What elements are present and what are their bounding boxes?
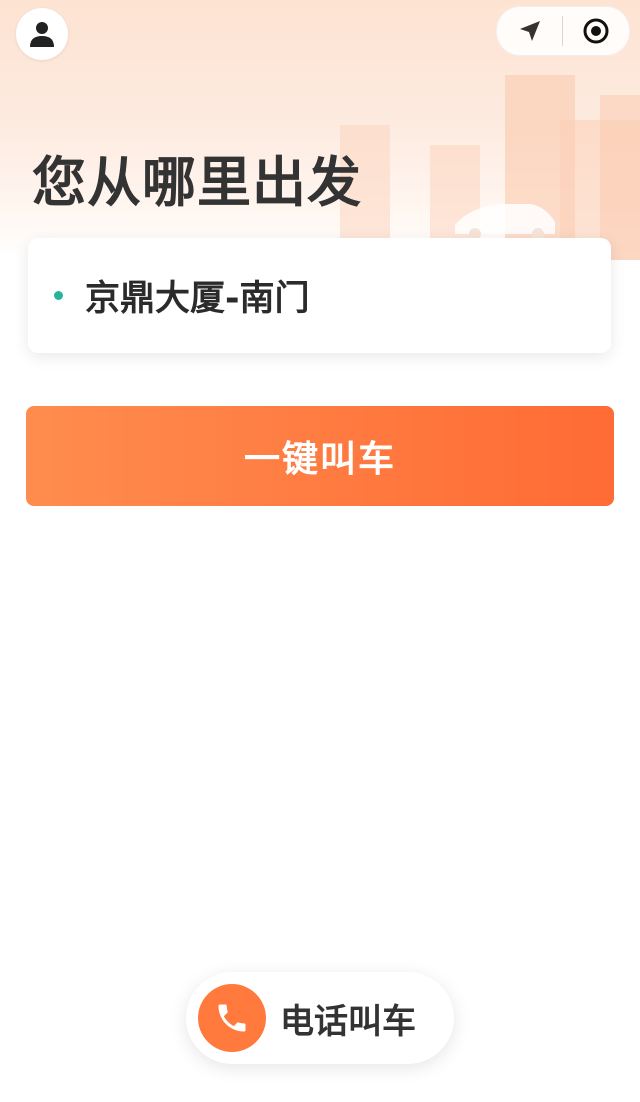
- location-button[interactable]: [497, 7, 562, 55]
- mini-program-capsule: [496, 6, 630, 56]
- phone-call-button[interactable]: 电话叫车: [186, 972, 454, 1064]
- navigation-arrow-icon: [519, 21, 540, 41]
- pickup-location-text: 京鼎大厦-南门: [85, 279, 310, 319]
- pickup-location-card[interactable]: 京鼎大厦-南门: [28, 238, 611, 353]
- phone-call-label: 电话叫车: [280, 1001, 416, 1042]
- target-circle-icon: [583, 18, 608, 44]
- one-click-call-label: 一键叫车: [243, 439, 396, 480]
- phone-icon-circle: [198, 984, 266, 1052]
- close-capsule-button[interactable]: [563, 7, 628, 55]
- one-click-call-button[interactable]: 一键叫车: [26, 406, 614, 506]
- user-icon: [30, 22, 54, 47]
- location-dot: [54, 291, 63, 300]
- profile-button[interactable]: [16, 8, 68, 60]
- phone-icon: [218, 1004, 246, 1032]
- page-title: 您从哪里出发: [32, 151, 362, 214]
